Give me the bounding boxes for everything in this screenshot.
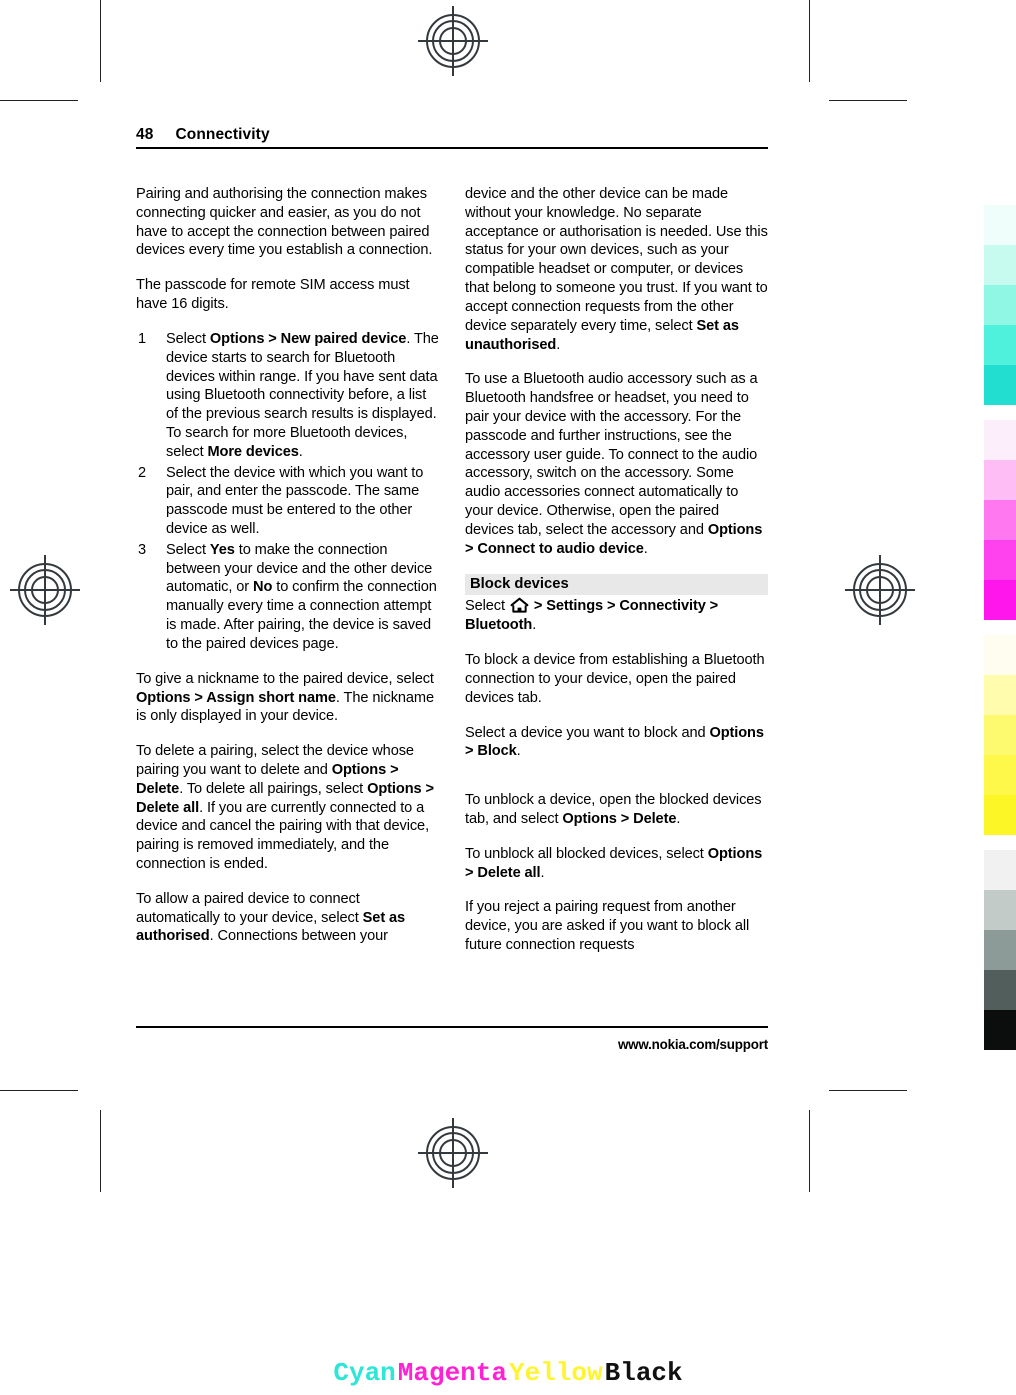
emphasis-text: Set as authorised — [136, 909, 406, 945]
color-swatch — [984, 890, 1016, 930]
paragraph: To block a device from establishing a Bl… — [465, 652, 765, 706]
header-divider — [136, 147, 768, 149]
color-swatch — [984, 540, 1016, 580]
paragraph-with-icon: Select > Settings > Connectivity > Bluet… — [465, 597, 719, 634]
step-item: 3 Select Yes to make the connection betwe… — [138, 541, 437, 652]
step-item: 1 Select Options > New paired device. The… — [138, 330, 439, 460]
color-swatch — [984, 580, 1016, 620]
section-heading: Block devices — [465, 574, 768, 596]
color-swatch — [984, 285, 1016, 325]
crop-mark-bottom-right-horizontal — [829, 1090, 907, 1091]
color-swatch — [984, 460, 1016, 500]
page-number: 48 — [136, 126, 154, 143]
paragraph: To unblock a device, open the blocked de… — [465, 792, 762, 827]
manual-page: 48 Connectivity Pairing and authorising … — [136, 126, 768, 971]
crop-mark-top-left-vertical — [100, 0, 101, 82]
emphasis-text: No — [253, 579, 273, 596]
color-swatch — [984, 755, 1016, 795]
paragraph: To give a nickname to the paired device,… — [136, 670, 434, 725]
color-swatch — [984, 715, 1016, 755]
color-swatch — [984, 635, 1016, 675]
color-swatch — [984, 795, 1016, 835]
color-bar-cyan-scale — [984, 205, 1016, 405]
emphasis-text: > Settings > Connectivity > Bluetooth — [465, 598, 719, 634]
color-bar-yellow-scale — [984, 635, 1016, 835]
cmyk-legend-cyan: Cyan — [333, 1358, 396, 1388]
paragraph: To delete a pairing, select the device w… — [136, 743, 434, 872]
vertical-spacer — [465, 777, 768, 791]
color-swatch — [984, 675, 1016, 715]
registration-mark-right — [845, 555, 915, 625]
paragraph: To unblock all blocked devices, select O… — [465, 845, 763, 881]
numbered-step-list: 1 Select Options > New paired device. The… — [136, 330, 439, 654]
emphasis-text: Options > New paired device — [209, 330, 407, 347]
support-url[interactable]: www.nokia.com/support — [136, 1028, 768, 1052]
emphasis-text: Options > Block — [465, 724, 764, 760]
paragraph: To use a Bluetooth audio accessory such … — [465, 371, 763, 557]
step-number: 3 — [138, 541, 147, 558]
cmyk-legend-yellow: Yellow — [509, 1358, 603, 1388]
color-swatch — [984, 365, 1016, 405]
home-icon — [510, 597, 529, 614]
paragraph: device and the other device can be made … — [465, 186, 768, 353]
crop-mark-top-right-vertical — [809, 0, 810, 82]
color-swatch — [984, 325, 1016, 365]
step-item: 2 Select the device with which you want t… — [138, 464, 424, 537]
color-swatch — [984, 245, 1016, 285]
registration-mark-bottom — [418, 1118, 488, 1188]
left-column: Pairing and authorising the connection m… — [136, 185, 439, 971]
color-swatch — [984, 850, 1016, 890]
chapter-title: Connectivity — [175, 126, 270, 143]
emphasis-text: Options > Delete — [562, 810, 677, 827]
paragraph: To allow a paired device to connect auto… — [136, 890, 406, 945]
crop-mark-top-right-horizontal — [829, 100, 907, 101]
crop-mark-bottom-left-horizontal — [0, 1090, 78, 1091]
emphasis-text: Options > Delete — [136, 761, 399, 797]
page-footer: www.nokia.com/support — [136, 1026, 768, 1052]
color-swatch — [984, 420, 1016, 460]
registration-mark-top — [418, 6, 488, 76]
paragraph: Pairing and authorising the connection m… — [136, 186, 433, 259]
color-bar-grey-scale — [984, 850, 1016, 1050]
emphasis-text: Options > Assign short name — [136, 689, 336, 706]
cmyk-legend-magenta: Magenta — [397, 1358, 507, 1388]
crop-mark-top-left-horizontal — [0, 100, 78, 101]
step-number: 2 — [138, 464, 147, 481]
color-swatch — [984, 500, 1016, 540]
cmyk-legend: CyanMagentaYellowBlack — [0, 1358, 1016, 1388]
emphasis-text: Yes — [209, 541, 235, 558]
crop-mark-bottom-right-vertical — [809, 1110, 810, 1192]
paragraph: The passcode for remote SIM access must … — [136, 277, 410, 313]
cmyk-legend-black: Black — [604, 1358, 683, 1388]
page-header: 48 Connectivity — [136, 126, 768, 147]
crop-mark-bottom-left-vertical — [100, 1110, 101, 1192]
registration-mark-left — [10, 555, 80, 625]
paragraph: If you reject a pairing request from ano… — [465, 899, 750, 953]
color-bar-magenta-scale — [984, 420, 1016, 620]
step-number: 1 — [138, 330, 147, 347]
paragraph: Select a device you want to block and Op… — [465, 724, 764, 760]
emphasis-text: More devices — [207, 443, 299, 460]
emphasis-text: Options > Connect to audio device — [465, 521, 763, 557]
color-swatch — [984, 930, 1016, 970]
emphasis-text: Options > Delete all — [136, 780, 434, 816]
color-swatch — [984, 205, 1016, 245]
emphasis-text: Set as unauthorised — [465, 317, 739, 353]
right-column: device and the other device can be made … — [465, 185, 768, 971]
color-swatch — [984, 970, 1016, 1010]
emphasis-text: Options > Delete all — [465, 845, 763, 881]
color-swatch — [984, 1010, 1016, 1050]
two-column-body: Pairing and authorising the connection m… — [136, 185, 768, 971]
